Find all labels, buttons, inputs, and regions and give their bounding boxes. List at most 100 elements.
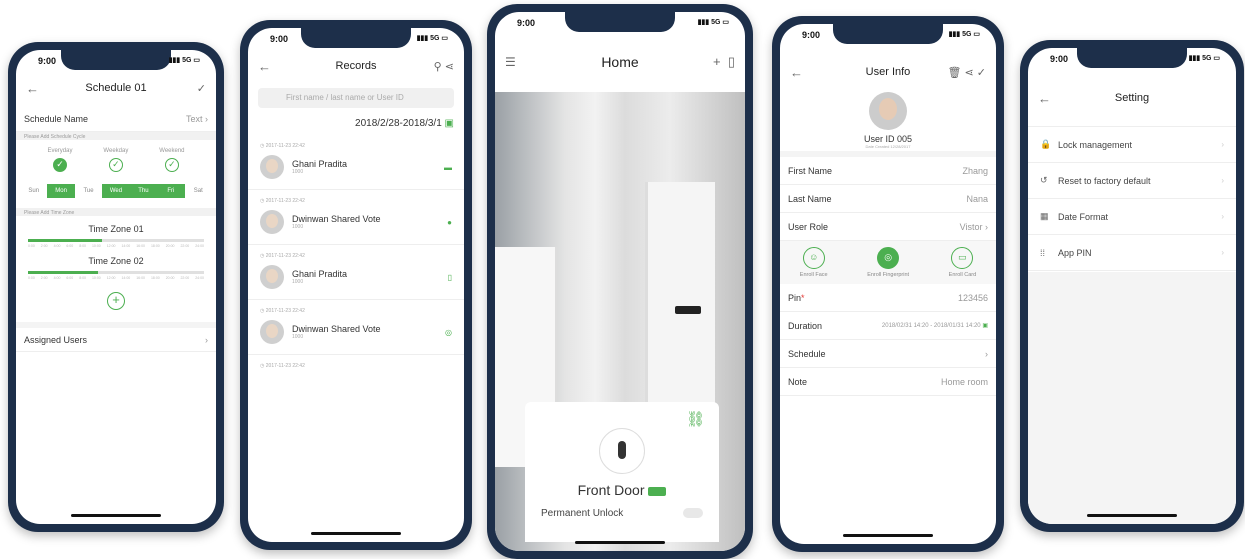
date-range[interactable]: 2018/2/28-2018/3/1 ▣ [248, 112, 464, 135]
note-value: Home room [940, 376, 988, 387]
cycle-option[interactable]: Weekend ✓ [159, 148, 185, 172]
add-timezone-button[interactable]: + [107, 292, 125, 310]
delete-share-confirm-icons[interactable]: 🗑 ⋖ ✓ [947, 66, 986, 79]
timezone-item[interactable]: Time Zone 02 0:00 2:00 4:00 6:00 8:00 10:00 12… [16, 248, 216, 280]
search-input[interactable]: First name / last name or User ID [258, 88, 454, 108]
home-indicator [71, 514, 161, 517]
timezone-item[interactable]: Time Zone 01 0:00 2:00 4:00 6:00 8:00 10:00 12… [16, 216, 216, 248]
status-bar: 9:00 ▮▮▮ 5G ▭ [16, 54, 216, 70]
user-id: User ID 005 [863, 134, 913, 144]
filter-user-icon[interactable]: ⚲ ⋖ [434, 60, 454, 73]
signal-label: 5G [1202, 55, 1212, 62]
record-id: 1000 [292, 334, 304, 340]
record-name: Ghani Pradita [292, 159, 348, 169]
avatar [260, 320, 284, 344]
last-name-row[interactable]: Last Name Nana [780, 185, 996, 213]
day-toggle[interactable]: Sat [185, 184, 212, 198]
setting-label: Reset to factory default [1058, 175, 1151, 186]
pin-row[interactable]: Pin* 123456 [780, 284, 996, 312]
chevron-right-icon: › [1221, 212, 1224, 221]
day-toggle[interactable]: Mon [47, 184, 75, 198]
user-avatar [869, 92, 907, 130]
permanent-unlock-toggle[interactable] [683, 508, 703, 518]
check-icon: ✓ [52, 158, 67, 172]
unlock-button[interactable] [599, 428, 645, 474]
calendar-icon[interactable]: ▣ [982, 323, 988, 329]
duration-row[interactable]: Duration 2018/02/31 14:20 - 2018/01/31 1… [780, 312, 996, 340]
day-toggle[interactable]: Tue [75, 184, 102, 198]
day-toggle[interactable]: Wed [102, 184, 130, 198]
enroll-option[interactable]: ☺ Enroll Face [800, 247, 828, 278]
enroll-option[interactable]: ▭ Enroll Card [948, 247, 977, 278]
signal-label: 5G [182, 57, 192, 64]
back-arrow-icon[interactable]: ← [258, 59, 271, 74]
schedule-name-value: Text › [185, 113, 208, 124]
battery-icon [648, 486, 667, 496]
check-icon: ✓ [164, 158, 179, 172]
signal-indicator: ▮▮▮ 5G ▭ [948, 31, 980, 38]
lock-handle-image [675, 306, 701, 314]
pin-value: 123456 [957, 292, 988, 303]
date-range-text: 2018/2/28-2018/3/1 [355, 118, 442, 129]
schedule-label: Schedule [788, 348, 826, 359]
duration-value: 2018/02/31 14:20 - 2018/01/31 14:20 ▣ [882, 322, 988, 329]
page-title: User Info [865, 66, 911, 78]
timezone-ticks: 0:00 2:00 4:00 6:00 8:00 10:00 12:00 14:00 16:00… [28, 276, 204, 280]
page-title: Setting [1114, 92, 1150, 104]
link-icon[interactable]: ⛓ [686, 410, 705, 428]
back-arrow-icon[interactable]: ← [790, 65, 803, 80]
setting-item[interactable]: ▦ Date Format › [1028, 199, 1236, 235]
setting-item[interactable]: 🔒 Lock management › [1028, 127, 1236, 163]
settings-list: 🔒 Lock management › ↺ Reset to factory defau… [1028, 126, 1236, 271]
calendar-icon[interactable]: ▣ [445, 118, 454, 129]
add-icon[interactable]: + ▯ [713, 54, 735, 70]
signal-label: 5G [962, 31, 972, 38]
enroll-option[interactable]: ◎ Enroll Fingerprint [867, 247, 909, 278]
user-role-text: Vistor [959, 221, 983, 232]
day-toggle[interactable]: Thu [129, 184, 158, 198]
first-name-row[interactable]: First Name Zhang [780, 157, 996, 185]
back-arrow-icon[interactable]: ← [1038, 91, 1051, 106]
confirm-check-icon[interactable]: ✓ [197, 82, 206, 95]
record-id: 1000 [292, 224, 304, 230]
last-name-value: Nana [966, 193, 988, 204]
cycle-option[interactable]: Weekday ✓ [103, 148, 128, 172]
setting-screen: 9:00 ▮▮▮ 5G ▭ ← Setting 🔒 Lock management… [1028, 48, 1236, 524]
status-bar: 9:00 ▮▮▮ 5G ▭ [780, 28, 996, 44]
assigned-users-row[interactable]: Assigned Users › [16, 322, 216, 352]
setting-label: Lock management [1058, 139, 1133, 150]
timezone-list: Time Zone 01 0:00 2:00 4:00 6:00 8:00 10:00 12… [16, 216, 216, 280]
cycle-option[interactable]: Everyday ✓ [47, 148, 72, 172]
duration-text: 2018/02/31 14:20 - 2018/01/31 14:20 [881, 323, 981, 329]
record-time: ◷ 2017-11-23 22:42 [260, 198, 305, 204]
status-bar: 9:00 ▮▮▮ 5G ▭ [248, 32, 464, 48]
enroll-label: Enroll Card [948, 272, 977, 278]
chevron-right-icon: › [1221, 176, 1224, 185]
schedule-row[interactable]: Schedule › [780, 340, 996, 368]
back-arrow-icon[interactable]: ← [26, 81, 39, 96]
setting-label: App PIN [1058, 247, 1092, 258]
record-item[interactable]: Ghani Pradita 1000 ▬ [248, 151, 464, 190]
cycle-option-label: Weekend [159, 148, 185, 154]
home-indicator [311, 532, 401, 535]
phone-setting: 9:00 ▮▮▮ 5G ▭ ← Setting 🔒 Lock management… [1020, 40, 1244, 532]
schedule-name-row[interactable]: Schedule Name Text › [16, 106, 216, 132]
record-time: ◷ 2017-11-23 22:42 [260, 253, 305, 259]
day-toggle[interactable]: Sun [20, 184, 47, 198]
status-time: 9:00 [38, 56, 57, 66]
permanent-unlock-label: Permanent Unlock [541, 508, 624, 519]
setting-item[interactable]: ↺ Reset to factory default › [1028, 163, 1236, 199]
user-role-row[interactable]: User Role Vistor › [780, 213, 996, 241]
record-item[interactable]: Dwinwan Shared Vote 1000 ◎ [248, 316, 464, 355]
note-row[interactable]: Note Home room [780, 368, 996, 396]
setting-item[interactable]: ⁞⁞ App PIN › [1028, 235, 1236, 271]
schedule-name-label: Schedule Name [24, 113, 89, 124]
day-toggle[interactable]: Fri [157, 184, 185, 198]
record-time-text: 2017-11-23 22:42 [265, 253, 305, 259]
record-item[interactable]: Ghani Pradita 1000 ▯ [248, 261, 464, 300]
record-item[interactable]: Dwinwan Shared Vote 1000 ● [248, 206, 464, 245]
menu-icon[interactable]: ☰ [505, 55, 516, 69]
signal-indicator: ▮▮▮ 5G ▭ [697, 19, 729, 26]
status-time: 9:00 [517, 18, 536, 28]
cycle-options: Everyday ✓ Weekday ✓ Weekend ✓ [16, 140, 216, 176]
